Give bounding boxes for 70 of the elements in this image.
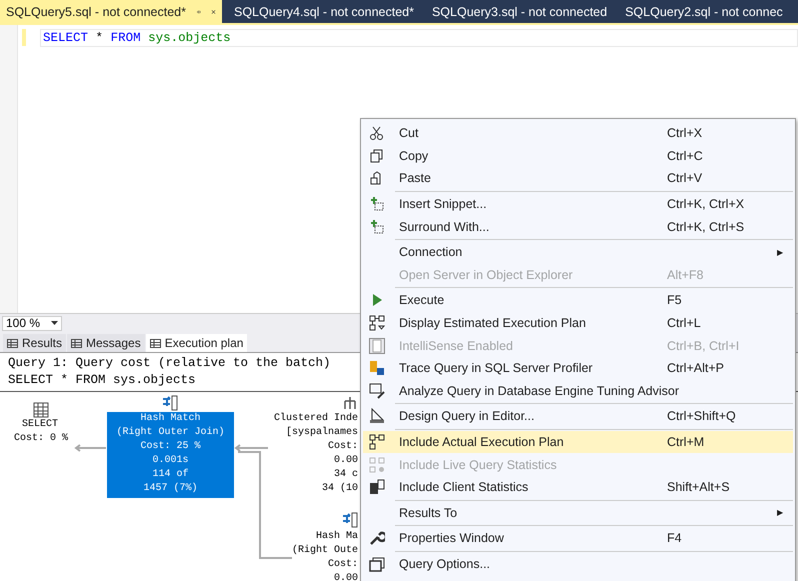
node-text: (Right Outer Join) bbox=[115, 426, 226, 440]
node-text: SELECT bbox=[20, 418, 59, 432]
statistics-icon bbox=[369, 479, 385, 496]
profiler-icon bbox=[369, 360, 385, 376]
submenu-arrow: ▶ bbox=[777, 508, 784, 518]
operator-icon bbox=[342, 395, 358, 411]
plan-node[interactable]: Hash Match (Right Outer Join) Cost: 25 % 0.001s 114 of 1457 (7%) bbox=[107, 412, 234, 498]
query-header-text: Query 1: Query cost (relative to the batch) bbox=[8, 355, 331, 372]
menu-item[interactable]: Analyze Query in Database Engine Tuning Advisor bbox=[363, 380, 793, 402]
document-tab[interactable]: SQLQuery4.sql - not connected* bbox=[222, 0, 420, 23]
node-text: 114 of bbox=[151, 468, 190, 482]
zoom-dropdown[interactable]: 100 % bbox=[2, 316, 62, 330]
menu-item[interactable]: Include Actual Execution Plan Ctrl+M bbox=[363, 430, 793, 454]
operator-icon bbox=[342, 512, 358, 528]
snippet-icon bbox=[369, 218, 385, 235]
node-text: Hash Match bbox=[139, 412, 202, 426]
node-text: Clustered Inde bbox=[272, 412, 358, 426]
wrench-icon bbox=[369, 530, 385, 546]
node-text: Cost: bbox=[326, 558, 358, 572]
node-text: 0.001s bbox=[151, 454, 190, 468]
node-text: Cost: 25 % bbox=[139, 440, 202, 454]
plan-node[interactable]: SELECT Cost: 0 % bbox=[14, 418, 66, 446]
submenu-arrow: ▶ bbox=[777, 248, 784, 257]
document-tab[interactable]: SQLQuery2.sql - not connec bbox=[613, 0, 798, 23]
menu-item[interactable]: Copy Ctrl+C bbox=[363, 144, 793, 168]
node-text: [syspalnames bbox=[284, 426, 358, 440]
change-marker bbox=[22, 29, 26, 46]
node-text: 34 c bbox=[332, 468, 358, 482]
plan-node[interactable]: Hash Ma (Right Oute Cost: 0.00 bbox=[262, 530, 358, 581]
plan-node[interactable]: Clustered Inde [syspalnames Cost: 0.00 34 c 34 (10 bbox=[262, 412, 358, 496]
node-text: 0.00 bbox=[332, 454, 358, 468]
connector-arrow bbox=[234, 444, 269, 452]
menu-item[interactable]: Cut Ctrl+X bbox=[363, 122, 793, 145]
results-tab[interactable]: Execution plan bbox=[146, 334, 248, 352]
menu-item[interactable]: Results To ▶ bbox=[363, 502, 793, 524]
node-text: Cost: bbox=[326, 440, 358, 454]
node-text: 34 (10 bbox=[320, 482, 358, 496]
menu-item[interactable]: Paste Ctrl+V bbox=[363, 167, 793, 190]
menu-item[interactable]: Trace Query in SQL Server Profiler Ctrl+Alt+P bbox=[363, 356, 793, 380]
grid-icon bbox=[7, 338, 18, 348]
menu-item[interactable]: Query Options... bbox=[363, 552, 793, 576]
snippet-icon bbox=[369, 196, 385, 212]
node-text: 0.00 bbox=[332, 572, 358, 581]
menu-item[interactable]: Execute F5 bbox=[363, 289, 793, 312]
query-header-text: SELECT * FROM sys.objects bbox=[8, 372, 196, 389]
triangle-ruler-icon bbox=[369, 408, 385, 424]
document-icon bbox=[369, 338, 385, 354]
document-tab[interactable]: SQLQuery3.sql - not connected bbox=[420, 0, 614, 23]
menu-item[interactable]: Connection ▶ bbox=[363, 240, 793, 264]
menu-item[interactable]: Display Estimated Execution Plan Ctrl+L bbox=[363, 312, 793, 334]
menu-item[interactable]: Include Client Statistics Shift+Alt+S bbox=[363, 476, 793, 498]
menu-item[interactable]: Insert Snippet... Ctrl+K, Ctrl+X bbox=[363, 192, 793, 216]
dropdown-icon bbox=[51, 321, 58, 325]
copy-icon bbox=[369, 148, 385, 164]
results-tab[interactable]: Messages bbox=[67, 334, 145, 352]
operator-icon bbox=[162, 395, 178, 411]
node-text: (Right Oute bbox=[290, 544, 358, 558]
menu-item[interactable]: Design Query in Editor... Ctrl+Shift+Q bbox=[363, 405, 793, 428]
menu-item[interactable]: Surround With... Ctrl+K, Ctrl+S bbox=[363, 215, 793, 238]
node-text: Hash Ma bbox=[314, 530, 358, 544]
scissors-icon bbox=[369, 125, 385, 142]
node-text: Cost: 0 % bbox=[14, 432, 66, 446]
connector-arrow bbox=[74, 444, 107, 452]
document-tab[interactable]: SQLQuery5.sql - not connected* bbox=[0, 0, 222, 23]
results-tab[interactable]: Results bbox=[3, 334, 66, 352]
monitor-pen-icon bbox=[369, 382, 385, 399]
window-stack-icon bbox=[369, 556, 385, 572]
operator-icon bbox=[33, 402, 49, 418]
menu-item[interactable]: Properties Window F4 bbox=[363, 527, 793, 550]
node-text: 1457 (7%) bbox=[142, 482, 198, 496]
